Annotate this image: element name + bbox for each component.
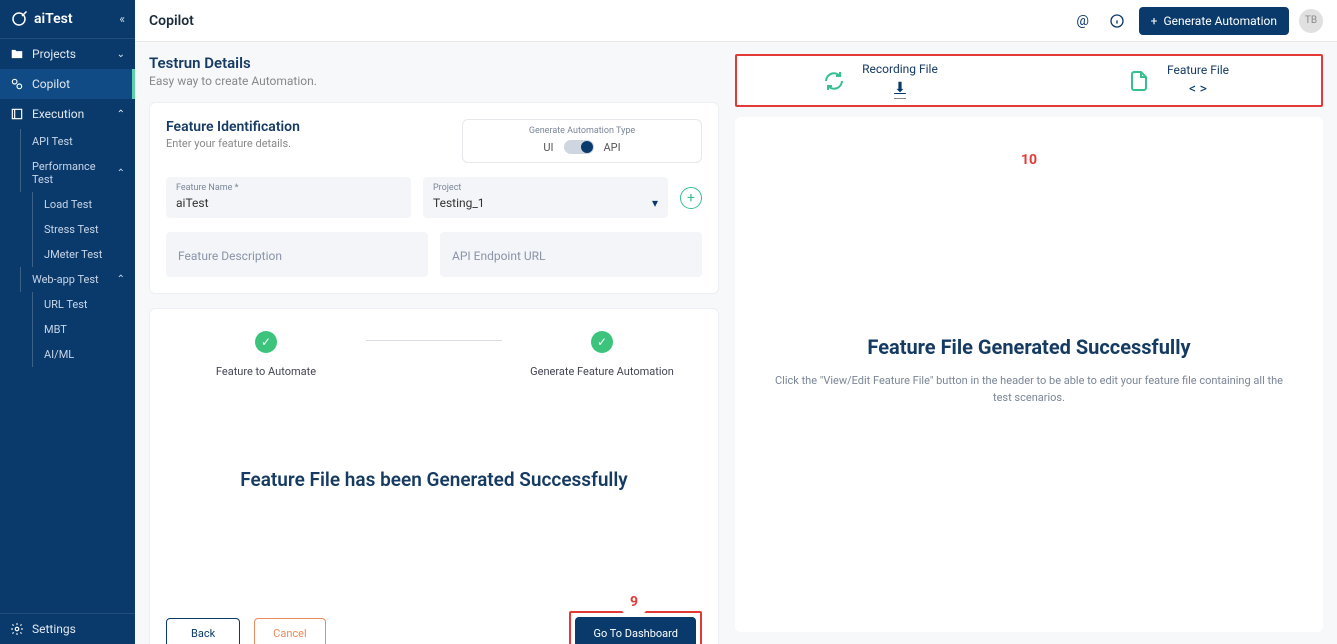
recording-file-tab: Recording File ⬇ xyxy=(751,62,1009,99)
result-subtitle: Click the "View/Edit Feature File" butto… xyxy=(755,373,1303,406)
check-icon: ✓ xyxy=(255,331,277,353)
wizard-connector xyxy=(366,340,502,341)
plus-icon: + xyxy=(1151,14,1158,28)
ui-api-switch[interactable] xyxy=(564,140,594,154)
sidebar-collapse-icon[interactable]: « xyxy=(119,12,125,26)
feature-name-field[interactable]: Feature Name * aiTest xyxy=(166,177,411,218)
api-endpoint-placeholder: API Endpoint URL xyxy=(452,249,546,263)
check-icon: ✓ xyxy=(591,331,613,353)
sidebar-item-stress-test[interactable]: Stress Test xyxy=(30,217,135,242)
sidebar-label-execution: Execution xyxy=(32,107,84,121)
feature-desc-placeholder: Feature Description xyxy=(178,249,282,263)
automation-type-toggle: Generate Automation Type UI API xyxy=(462,119,702,163)
feature-file-label: Feature File xyxy=(1167,63,1229,77)
result-title: Feature File Generated Successfully xyxy=(867,335,1190,359)
sidebar-item-performance-test[interactable]: Performance Test ⌃ xyxy=(18,154,135,192)
mention-icon[interactable]: @ xyxy=(1071,9,1095,33)
sidebar-item-mbt[interactable]: MBT xyxy=(30,317,135,342)
back-button[interactable]: Back xyxy=(166,618,240,644)
sidebar-item-api-test[interactable]: API Test xyxy=(18,129,135,154)
sidebar-item-jmeter-test[interactable]: JMeter Test xyxy=(30,242,135,267)
wizard-step-2: ✓ Generate Feature Automation xyxy=(502,331,702,378)
chevron-down-icon: ⌄ xyxy=(117,49,125,60)
cancel-button[interactable]: Cancel xyxy=(254,618,325,644)
sidebar-label-perf: Performance Test xyxy=(32,160,117,186)
sidebar: aiTest « Projects ⌄ Copilot Execution ⌃ … xyxy=(0,0,135,644)
sidebar-label-settings: Settings xyxy=(32,622,76,636)
annotation-badge-10: 10 xyxy=(1014,145,1044,175)
fi-subtitle: Enter your feature details. xyxy=(166,137,300,150)
section-heading: Testrun Details Easy way to create Autom… xyxy=(149,54,719,88)
feature-name-label: Feature Name * xyxy=(176,183,401,193)
feature-name-value: aiTest xyxy=(176,196,401,210)
wizard-step2-label: Generate Feature Automation xyxy=(530,365,674,378)
sidebar-label-projects: Projects xyxy=(32,47,76,61)
annotation-highlight-10: Recording File ⬇ Feature File < > xyxy=(735,54,1323,107)
logo-row: aiTest « xyxy=(0,0,135,39)
feature-description-field[interactable]: Feature Description xyxy=(166,232,428,277)
go-to-dashboard-button[interactable]: Go To Dashboard xyxy=(575,617,696,644)
sidebar-item-aiml[interactable]: AI/ML xyxy=(30,342,135,367)
sidebar-item-webapp-test[interactable]: Web-app Test ⌃ xyxy=(18,267,135,292)
project-value: Testing_1 xyxy=(433,196,485,210)
download-recording-icon[interactable]: ⬇ xyxy=(894,80,906,99)
gear-icon xyxy=(10,622,24,636)
sidebar-item-projects[interactable]: Projects ⌄ xyxy=(0,39,135,69)
info-icon[interactable] xyxy=(1105,9,1129,33)
sidebar-label-webapp: Web-app Test xyxy=(32,273,99,286)
testrun-title: Testrun Details xyxy=(149,54,719,72)
header: Copilot @ + Generate Automation TB xyxy=(135,0,1337,42)
chevron-up-icon: ⌃ xyxy=(117,168,125,179)
feature-identification-card: Feature Identification Enter your featur… xyxy=(149,102,719,294)
feature-file-tab: Feature File < > xyxy=(1049,63,1307,99)
chevron-up-icon: ⌃ xyxy=(117,109,125,120)
sidebar-label-copilot: Copilot xyxy=(32,77,70,91)
toggle-option-api: API xyxy=(604,141,621,154)
project-label: Project xyxy=(433,183,658,193)
wizard-step1-label: Feature to Automate xyxy=(216,365,316,378)
success-message: Feature File has been Generated Successf… xyxy=(166,468,702,491)
testrun-subtitle: Easy way to create Automation. xyxy=(149,74,719,88)
sidebar-item-url-test[interactable]: URL Test xyxy=(30,292,135,317)
annotation-badge-9: 9 xyxy=(619,587,649,617)
logo-text: aiTest xyxy=(34,11,73,27)
file-icon xyxy=(1127,69,1151,93)
sidebar-item-execution[interactable]: Execution ⌃ xyxy=(0,99,135,129)
sidebar-item-copilot[interactable]: Copilot xyxy=(0,69,135,99)
chevron-down-icon: ▾ xyxy=(652,196,658,210)
toggle-label: Generate Automation Type xyxy=(529,126,635,136)
chevron-up-icon: ⌃ xyxy=(117,274,125,285)
sidebar-item-settings[interactable]: Settings xyxy=(0,614,135,644)
toggle-option-ui: UI xyxy=(543,141,553,154)
folder-icon xyxy=(10,47,24,61)
sidebar-item-load-test[interactable]: Load Test xyxy=(30,192,135,217)
wizard-step-1: ✓ Feature to Automate xyxy=(166,331,366,378)
logo-icon xyxy=(10,10,28,28)
add-project-button[interactable]: + xyxy=(680,187,702,209)
copilot-icon xyxy=(10,77,24,91)
page-title: Copilot xyxy=(149,13,194,29)
api-endpoint-field[interactable]: API Endpoint URL xyxy=(440,232,702,277)
execution-icon xyxy=(10,107,24,121)
generate-automation-button[interactable]: + Generate Automation xyxy=(1139,7,1289,35)
avatar[interactable]: TB xyxy=(1299,9,1323,33)
refresh-icon xyxy=(822,69,846,93)
recording-file-label: Recording File xyxy=(862,62,938,76)
fi-title: Feature Identification xyxy=(166,119,300,135)
project-select[interactable]: Project Testing_1 ▾ xyxy=(423,177,668,218)
feature-file-result-panel: 10 Feature File Generated Successfully C… xyxy=(735,117,1323,632)
view-feature-file-icon[interactable]: < > xyxy=(1189,81,1207,99)
generate-automation-label: Generate Automation xyxy=(1163,14,1277,28)
